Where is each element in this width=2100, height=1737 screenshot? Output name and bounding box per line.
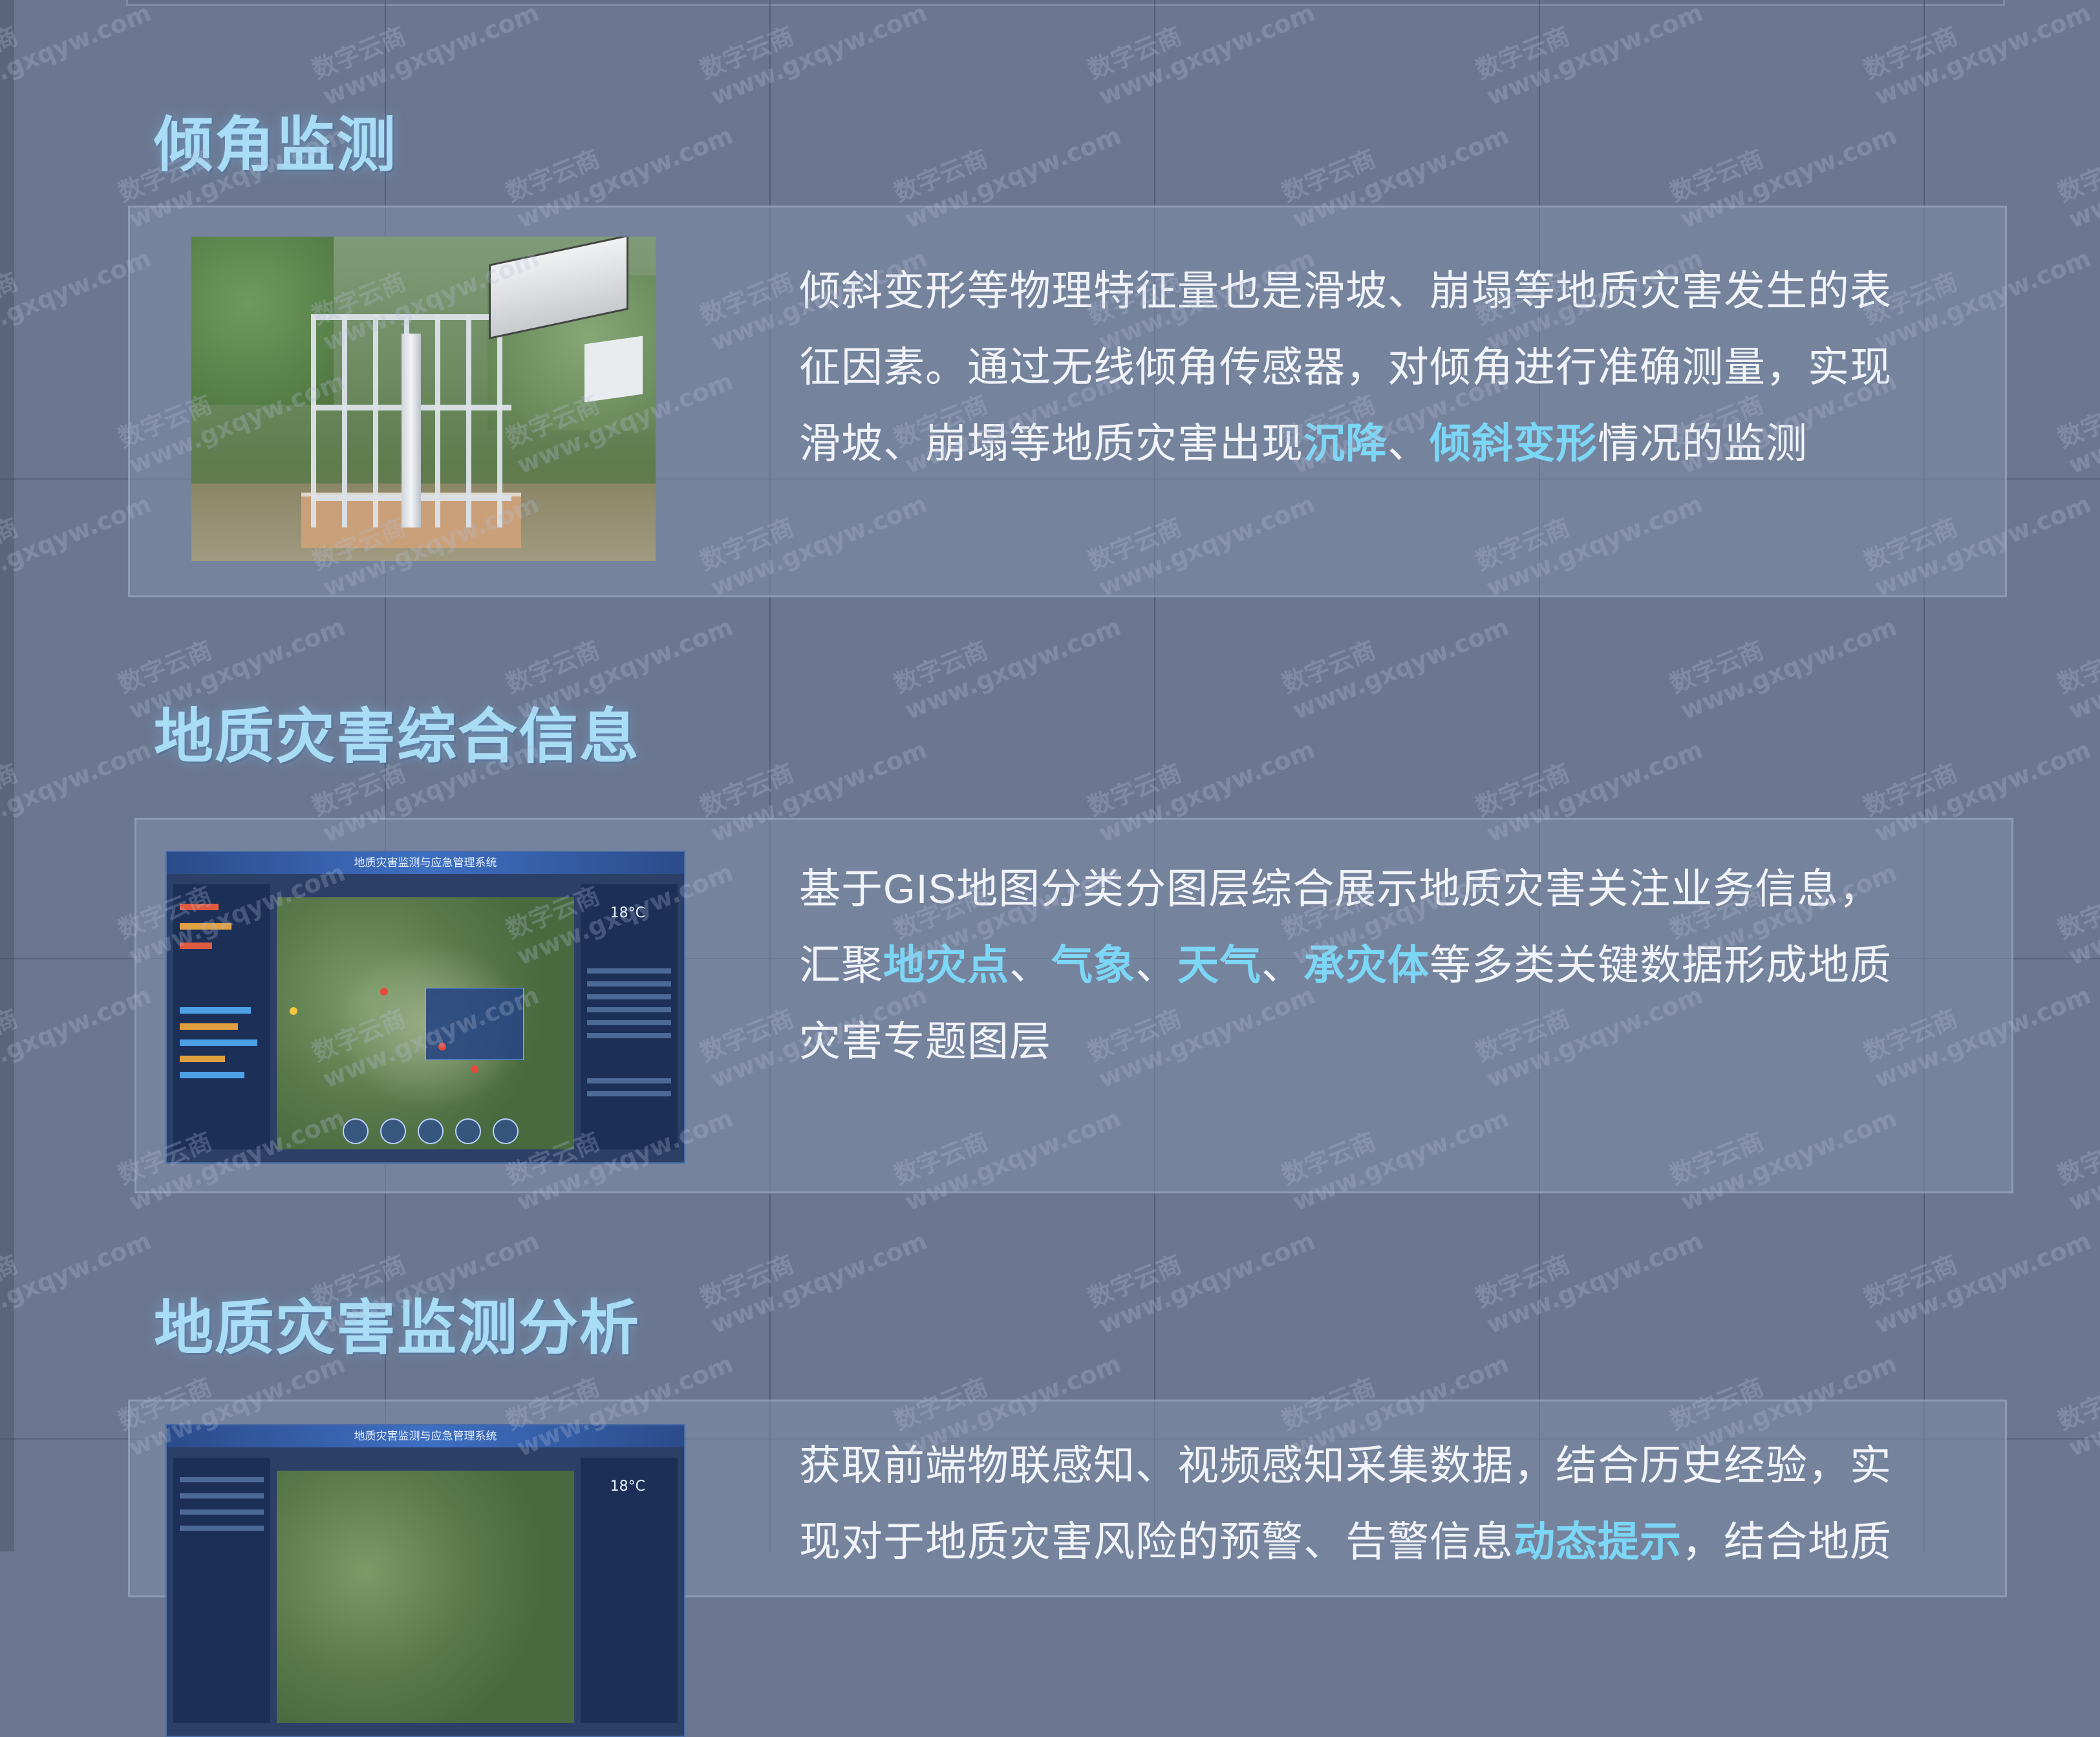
watermark: 数字云商 www.gxqyw.com (696, 1226, 931, 1339)
dashboard-map (277, 1471, 574, 1723)
hazard-point (471, 1065, 478, 1073)
map-layer-toggle (455, 1118, 481, 1144)
watermark: 数字云商 www.gxqyw.com (0, 735, 155, 848)
watermark: 数字云商 www.gxqyw.com (2053, 121, 2100, 234)
dashboard-left-panel (173, 1458, 270, 1723)
watermark: 数字云商 www.gxqyw.com (2053, 1103, 2100, 1217)
watermark: 数字云商 www.gxqyw.com (2053, 612, 2100, 725)
tilt-card: 倾斜变形等物理特征量也是滑坡、崩塌等地质灾害发生的表征因素。通过无线倾角传感器，… (128, 206, 2007, 597)
map-layer-toggle (493, 1118, 519, 1144)
dashboard-screenshot: 地质灾害监测与应急管理系统 18°C (166, 851, 685, 1164)
highlight-keyword: 地灾点 (883, 942, 1009, 988)
section-title-monitoring-analysis: 地质灾害监测分析 (154, 1294, 641, 1363)
dashboard-screenshot: 地质灾害监测与应急管理系统 18°C (166, 1424, 685, 1737)
map-layer-toggle (343, 1118, 369, 1144)
text-segment: 、 (1135, 942, 1177, 988)
watermark: 数字云商 www.gxqyw.com (890, 612, 1125, 725)
highlight-keyword: 沉降 (1303, 420, 1388, 467)
text-segment: 、 (1009, 942, 1051, 988)
left-edge-strip (0, 0, 14, 1551)
watermark: 数字云商 www.gxqyw.com (1859, 0, 2095, 111)
text-segment: ，结合地质 (1682, 1519, 1892, 1565)
monitoring-analysis-description: 获取前端物联感知、视频感知采集数据，结合历史经验，实现对于地质灾害风险的预警、告… (799, 1427, 1911, 1580)
watermark: 数字云商 www.gxqyw.com (0, 1226, 155, 1339)
highlight-keyword: 天气 (1177, 942, 1261, 988)
tilt-sensor-photo (191, 237, 656, 561)
map-layer-toggle (418, 1118, 444, 1144)
hazard-point (380, 988, 388, 996)
section-title-tilt: 倾角监测 (154, 111, 398, 180)
watermark: 数字云商 www.gxqyw.com (1084, 0, 1319, 111)
text-segment: 、 (1261, 942, 1303, 988)
hazard-point (438, 1043, 446, 1050)
previous-card-bottom-edge (126, 0, 2005, 6)
highlight-keyword: 气象 (1051, 942, 1135, 988)
watermark: 数字云商 www.gxqyw.com (2053, 367, 2100, 480)
watermark: 数字云商 www.gxqyw.com (308, 0, 543, 111)
text-segment: 情况的监测 (1598, 420, 1808, 467)
highlight-keyword: 动态提示 (1514, 1519, 1682, 1565)
hazard-point (290, 1007, 297, 1015)
tilt-description: 倾斜变形等物理特征量也是滑坡、崩塌等地质灾害发生的表征因素。通过无线倾角传感器，… (799, 253, 1911, 482)
watermark: 数字云商 www.gxqyw.com (2053, 858, 2100, 971)
watermark: 数字云商 www.gxqyw.com (1859, 1226, 2095, 1339)
watermark: 数字云商 www.gxqyw.com (1084, 1226, 1319, 1339)
dashboard-temperature: 18°C (610, 905, 645, 921)
watermark: 数字云商 www.gxqyw.com (0, 981, 155, 1094)
section-title-integrated-info: 地质灾害综合信息 (154, 702, 641, 771)
map-layer-toggle (380, 1118, 406, 1144)
watermark: 数字云商 www.gxqyw.com (0, 0, 155, 111)
text-segment: 、 (1388, 420, 1430, 467)
dashboard-title: 地质灾害监测与应急管理系统 (354, 857, 497, 869)
highlight-keyword: 倾斜变形 (1430, 420, 1598, 467)
dashboard-right-panel (581, 884, 678, 1149)
integrated-info-card: 地质灾害监测与应急管理系统 18°C 基于GIS地图分类分图层综合展示地质灾害关… (134, 818, 2013, 1193)
watermark: 数字云商 www.gxqyw.com (1472, 1226, 1707, 1339)
dashboard-left-panel (173, 884, 270, 1149)
watermark: 数字云商 www.gxqyw.com (1278, 612, 1513, 725)
highlight-keyword: 承灾体 (1303, 942, 1430, 988)
watermark: 数字云商 www.gxqyw.com (2053, 1349, 2100, 1462)
watermark: 数字云商 www.gxqyw.com (1666, 612, 1901, 725)
dashboard-temperature: 18°C (610, 1478, 645, 1495)
watermark: 数字云商 www.gxqyw.com (696, 0, 931, 111)
dashboard-title: 地质灾害监测与应急管理系统 (354, 1430, 497, 1443)
integrated-info-description: 基于GIS地图分类分图层综合展示地质灾害关注业务信息，汇聚地灾点、气象、天气、承… (799, 851, 1911, 1080)
dashboard-right-panel (581, 1458, 678, 1723)
watermark: 数字云商 www.gxqyw.com (1472, 0, 1707, 111)
monitoring-analysis-card: 地质灾害监测与应急管理系统 18°C 获取前端物联感知、视频感知采集数据，结合历… (128, 1400, 2007, 1737)
